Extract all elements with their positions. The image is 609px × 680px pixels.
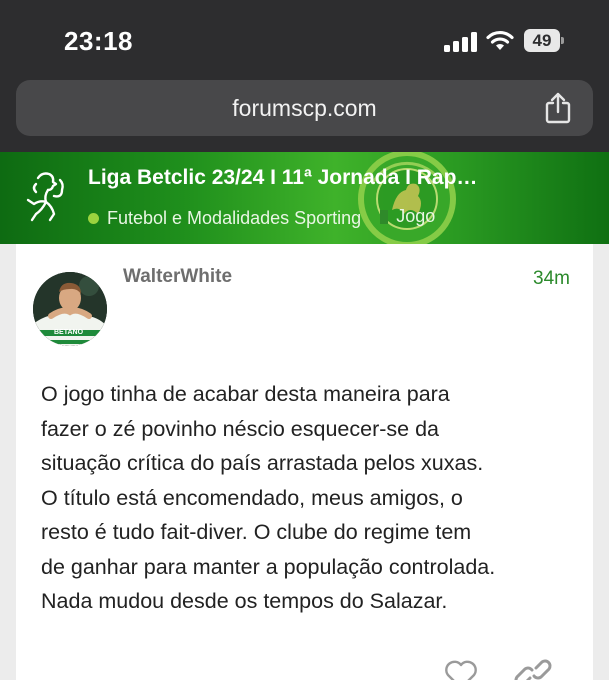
post-card: BETANO WalterWhite 34m O jogo tinha de a… — [16, 244, 593, 680]
link-icon[interactable] — [514, 656, 552, 680]
post-body-line: Nada mudou desde os tempos do Salazar. — [41, 589, 448, 613]
battery-icon: 49 — [524, 29, 564, 52]
wifi-icon — [486, 30, 514, 50]
topic-header: Liga Betclic 23/24 I 11ª Jornada I Rap… … — [0, 152, 609, 244]
breadcrumb-category-label: Futebol e Modalidades Sporting — [107, 207, 362, 228]
category-dot-icon — [88, 212, 99, 224]
battery-level: 49 — [532, 31, 552, 50]
breadcrumb-category[interactable]: Futebol e Modalidades Sporting — [88, 208, 361, 229]
share-icon[interactable] — [544, 92, 572, 124]
post-body-line: de ganhar para manter a população contro… — [41, 554, 496, 579]
breadcrumb-subcategory-label: Jogo — [396, 206, 436, 226]
breadcrumb-subcategory[interactable]: Jogo — [380, 206, 435, 227]
post-body: O jogo tinha de acabar desta maneira par… — [41, 377, 586, 619]
url-text[interactable]: forumscp.com — [16, 80, 593, 136]
post-body-line: situação crítica do país arrastada pelos… — [41, 451, 484, 475]
signal-icon — [444, 32, 477, 52]
avatar[interactable]: BETANO — [33, 272, 107, 346]
lion-icon — [26, 172, 64, 222]
browser-chrome: 23:18 49 forumscp.com — [0, 0, 609, 152]
svg-text:BETANO: BETANO — [54, 329, 84, 336]
post-timestamp[interactable]: 34m — [533, 268, 570, 290]
address-bar[interactable]: forumscp.com — [16, 80, 593, 136]
status-time: 23:18 — [64, 26, 133, 56]
heart-icon[interactable] — [444, 660, 478, 680]
post-body-line: fazer o zé povinho néscio esquecer-se da — [41, 416, 439, 441]
avatar-image: BETANO — [33, 272, 107, 346]
topic-title[interactable]: Liga Betclic 23/24 I 11ª Jornada I Rap… — [88, 166, 558, 190]
post-body-line: O jogo tinha de acabar desta maneira par… — [41, 382, 450, 406]
post-body-line: O título está encomendado, meus amigos, … — [41, 485, 463, 510]
subcategory-square-icon — [380, 209, 389, 224]
post-body-line: resto é tudo fait-diver. O clube do regi… — [41, 520, 472, 544]
post-username[interactable]: WalterWhite — [123, 266, 232, 288]
breadcrumb: Futebol e Modalidades Sporting Jogo — [88, 206, 518, 230]
